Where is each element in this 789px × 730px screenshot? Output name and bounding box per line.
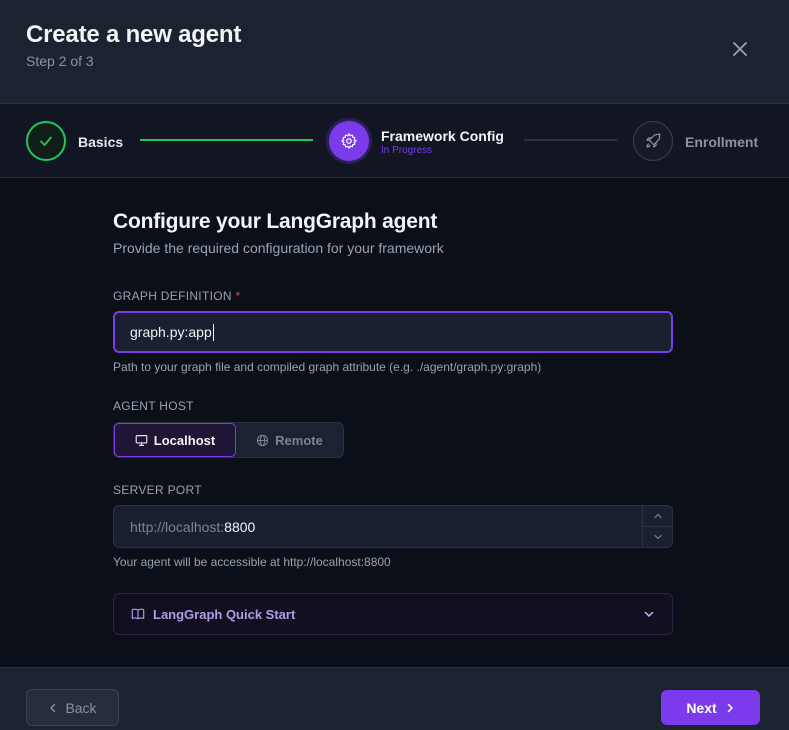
step-enrollment-label: Enrollment xyxy=(685,134,759,150)
monitor-icon xyxy=(135,434,148,446)
port-stepper xyxy=(642,506,672,547)
globe-icon xyxy=(257,434,269,446)
graph-definition-value: graph.py:app xyxy=(130,324,212,340)
check-icon xyxy=(40,136,52,146)
text-caret xyxy=(212,323,214,341)
agent-host-option-remote[interactable]: Remote xyxy=(236,423,343,457)
gear-icon xyxy=(341,133,357,149)
graph-definition-help: Path to your graph file and compiled gra… xyxy=(113,360,542,374)
step-basics-label: Basics xyxy=(78,134,124,150)
chevron-left-icon xyxy=(50,703,56,712)
form-title: Configure your LangGraph agent xyxy=(113,210,438,233)
server-port-input[interactable]: http://localhost: 8800 xyxy=(113,505,673,548)
close-button[interactable] xyxy=(726,35,754,63)
graph-definition-input[interactable]: graph.py:app xyxy=(113,311,673,353)
rocket-icon xyxy=(646,133,661,148)
dialog-step-indicator: Step 2 of 3 xyxy=(26,53,94,69)
server-port-help: Your agent will be accessible at http://… xyxy=(113,555,391,569)
agent-host-label: AGENT HOST xyxy=(113,399,194,413)
server-port-label: SERVER PORT xyxy=(113,483,202,497)
back-button[interactable]: Back xyxy=(26,689,119,726)
graph-definition-label: GRAPH DEFINITION * xyxy=(113,289,241,303)
step-connector-complete xyxy=(140,139,313,141)
book-icon xyxy=(131,608,145,620)
chevron-right-icon xyxy=(727,703,733,712)
dialog-header: Create a new agent Step 2 of 3 xyxy=(0,0,789,104)
chevron-down-icon xyxy=(644,611,654,617)
next-button[interactable]: Next xyxy=(661,690,760,725)
stepper: Basics Framework Config In Progress Enro… xyxy=(0,104,789,178)
close-icon xyxy=(733,42,747,56)
step-basics-indicator xyxy=(26,121,66,161)
step-connector-pending xyxy=(524,139,617,141)
step-status-text: In Progress xyxy=(381,145,433,156)
agent-host-toggle: Localhost Remote xyxy=(113,422,344,458)
quick-start-label: LangGraph Quick Start xyxy=(153,606,296,622)
step-framework-config-indicator xyxy=(329,121,369,161)
quick-start-accordion[interactable]: LangGraph Quick Start xyxy=(113,593,673,635)
required-marker: * xyxy=(235,289,241,303)
chevron-up-icon xyxy=(653,513,662,519)
server-port-prefix: http://localhost: xyxy=(130,518,225,535)
chevron-down-icon xyxy=(653,534,662,540)
agent-host-option-localhost[interactable]: Localhost xyxy=(114,423,236,457)
step-enrollment-indicator xyxy=(633,121,673,161)
form-subtitle: Provide the required configuration for y… xyxy=(113,240,444,256)
port-increment-button[interactable] xyxy=(643,506,672,526)
dialog-footer: Back Next xyxy=(0,667,789,730)
step-framework-config-label: Framework Config xyxy=(381,128,504,144)
port-decrement-button[interactable] xyxy=(643,526,672,547)
server-port-value: 8800 xyxy=(224,518,256,535)
dialog-title: Create a new agent xyxy=(26,21,242,48)
